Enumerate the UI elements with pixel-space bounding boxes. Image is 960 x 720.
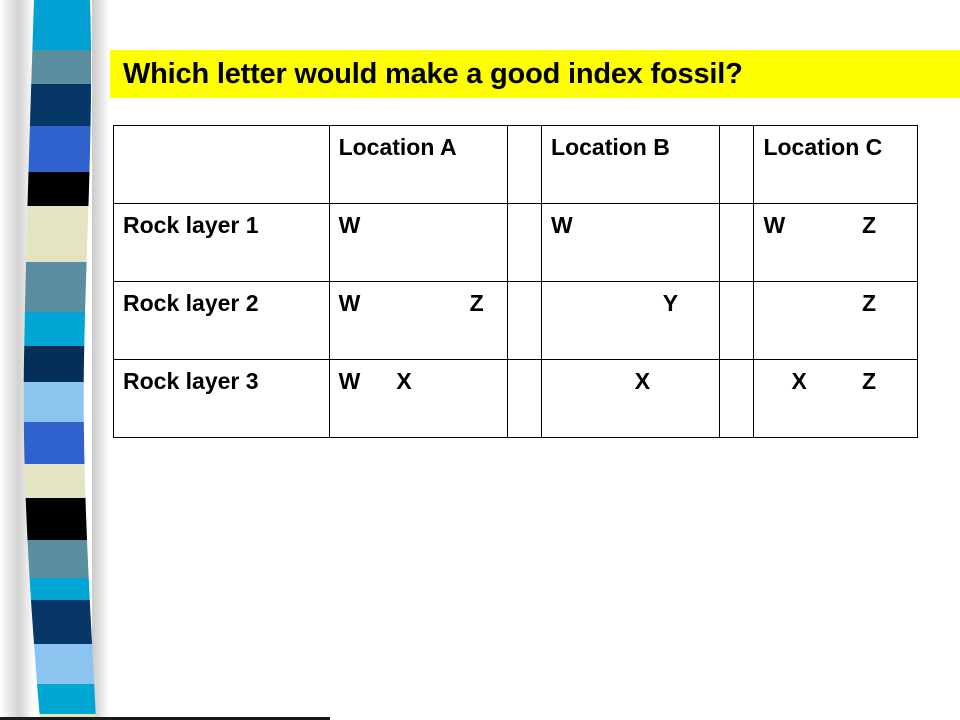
letter-gap	[763, 290, 861, 316]
cell-layer1-location-a: W	[328, 203, 508, 282]
header-cell-location-a: Location A	[328, 125, 508, 204]
spacer-cell	[719, 203, 755, 282]
letter-secondary: Y	[662, 290, 679, 316]
letter-secondary	[484, 212, 500, 238]
header-cell-location-c: Location C	[753, 125, 918, 204]
title-highlight-band: Which letter would make a good index fos…	[110, 50, 960, 98]
letter-primary: W	[338, 290, 361, 316]
page-title: Which letter would make a good index fos…	[123, 57, 743, 90]
spacer-cell	[506, 125, 543, 204]
cell-layer3-location-c: X Z	[753, 359, 918, 438]
letter-primary: W	[763, 212, 786, 238]
header-cell-blank	[113, 125, 330, 204]
letter-secondary: Z	[861, 368, 876, 394]
letter-gap	[360, 212, 483, 238]
letter-secondary: X	[396, 368, 412, 394]
spacer-cell	[719, 359, 755, 438]
letter-secondary: Z	[469, 290, 484, 316]
table-row: Rock layer 1 W W W Z	[113, 203, 918, 282]
letter-gap	[360, 368, 396, 394]
cell-layer1-location-b: W	[541, 203, 721, 282]
sidebar-decoration	[0, 0, 110, 720]
letter-primary: X	[791, 368, 807, 394]
cell-layer1-location-c: W Z	[753, 203, 918, 282]
letter-gap	[573, 212, 696, 238]
row-label-rock-layer-3: Rock layer 3	[113, 359, 330, 438]
letter-gap	[360, 290, 469, 316]
spacer-cell	[719, 125, 755, 204]
cell-layer3-location-a: W X	[328, 359, 508, 438]
cell-layer2-location-b: Y	[541, 281, 721, 360]
letter-secondary: Z	[861, 212, 876, 238]
header-cell-location-b: Location B	[541, 125, 721, 204]
table-header-row: Location A Location B Location C	[113, 125, 918, 204]
spacer-cell	[506, 203, 543, 282]
row-label-rock-layer-2: Rock layer 2	[113, 281, 330, 360]
table-row: Rock layer 3 W X X X Z	[113, 359, 918, 438]
letter-primary: W	[338, 368, 361, 394]
letter-secondary: Z	[861, 290, 876, 316]
fossil-layer-table: Location A Location B Location C Rock la…	[113, 125, 918, 438]
cell-layer2-location-c: Z	[753, 281, 918, 360]
row-label-rock-layer-1: Rock layer 1	[113, 203, 330, 282]
spacer-cell	[506, 359, 543, 438]
spacer-cell	[719, 281, 755, 360]
letter-gap	[551, 368, 635, 394]
spacer-cell	[506, 281, 543, 360]
cell-layer2-location-a: W Z	[328, 281, 508, 360]
letter-gap	[551, 290, 663, 316]
cell-layer3-location-b: X	[541, 359, 721, 438]
letter-gap	[807, 368, 862, 394]
letter-primary: W	[551, 212, 573, 238]
letter-gap	[785, 212, 862, 238]
letter-secondary: X	[634, 368, 651, 394]
letter-secondary	[696, 212, 712, 238]
table-row: Rock layer 2 W Z Y Z	[113, 281, 918, 360]
letter-primary: W	[338, 212, 361, 238]
